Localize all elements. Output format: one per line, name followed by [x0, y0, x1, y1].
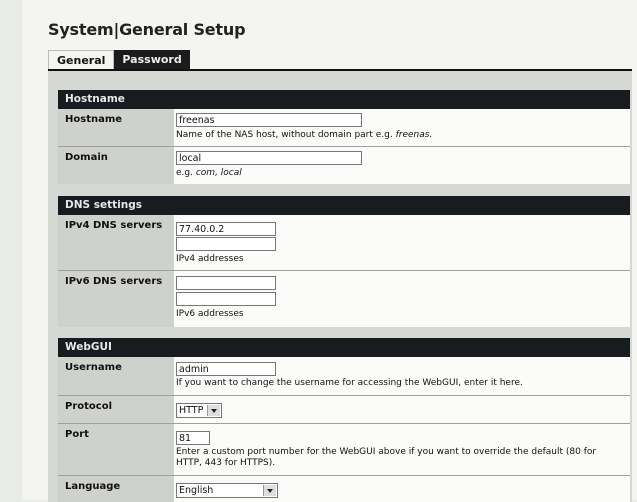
domain-help: e.g. com, local [176, 168, 242, 178]
row-ipv6-dns: IPv6 DNS servers IPv6 addresses [58, 271, 630, 327]
ipv4-dns-label: IPv4 DNS servers [58, 215, 174, 270]
ipv6-dns-help: IPv6 addresses [176, 309, 244, 319]
protocol-field-cell: HTTP [174, 396, 630, 423]
protocol-label: Protocol [58, 396, 174, 423]
domain-field-cell: local e.g. com, local [174, 147, 630, 184]
settings-panel: Hostname Hostname freenas Name of the NA… [48, 69, 632, 502]
hostname-label: Hostname [58, 109, 174, 146]
page: System|General Setup General Password Ho… [22, 0, 637, 502]
row-language: Language English [58, 476, 630, 502]
row-port: Port 81 Enter a custom port number for t… [58, 424, 630, 475]
row-ipv4-dns: IPv4 DNS servers 77.40.0.2 IPv4 addresse… [58, 215, 630, 270]
tab-general[interactable]: General [48, 50, 115, 70]
chevron-down-icon[interactable] [263, 485, 276, 496]
username-help: If you want to change the username for a… [176, 378, 523, 388]
ipv4-dns-field-cell: 77.40.0.2 IPv4 addresses [174, 215, 630, 270]
protocol-select[interactable]: HTTP [176, 403, 222, 418]
ipv4-dns-input-2[interactable] [176, 237, 276, 251]
ipv6-dns-label: IPv6 DNS servers [58, 271, 174, 327]
chevron-down-icon[interactable] [207, 405, 220, 416]
section-header-dns: DNS settings [58, 196, 630, 215]
hostname-input[interactable]: freenas [176, 113, 362, 127]
language-field-cell: English [174, 476, 630, 502]
username-input[interactable]: admin [176, 362, 276, 376]
language-select-value: English [179, 485, 214, 496]
username-field-cell: admin If you want to change the username… [174, 357, 630, 395]
ipv6-dns-input-2[interactable] [176, 292, 276, 306]
section-header-hostname: Hostname [58, 90, 630, 109]
page-title: System|General Setup [48, 20, 246, 39]
hostname-help: Name of the NAS host, without domain par… [176, 130, 433, 140]
row-hostname: Hostname freenas Name of the NAS host, w… [58, 109, 630, 146]
tab-bar: General Password [48, 50, 190, 70]
port-help: Enter a custom port number for the WebGU… [176, 447, 597, 468]
section-header-webgui: WebGUI [58, 338, 630, 357]
domain-label: Domain [58, 147, 174, 184]
language-label: Language [58, 476, 174, 502]
row-username: Username admin If you want to change the… [58, 357, 630, 395]
ipv4-dns-help: IPv4 addresses [176, 254, 244, 264]
row-domain: Domain local e.g. com, local [58, 147, 630, 184]
domain-input[interactable]: local [176, 151, 362, 165]
protocol-select-value: HTTP [179, 405, 204, 416]
ipv4-dns-input-1[interactable]: 77.40.0.2 [176, 222, 276, 236]
port-field-cell: 81 Enter a custom port number for the We… [174, 424, 630, 475]
tab-password[interactable]: Password [114, 50, 190, 69]
row-protocol: Protocol HTTP [58, 396, 630, 423]
port-input[interactable]: 81 [176, 431, 210, 445]
ipv6-dns-field-cell: IPv6 addresses [174, 271, 630, 327]
hostname-field-cell: freenas Name of the NAS host, without do… [174, 109, 630, 146]
language-select[interactable]: English [176, 483, 278, 498]
port-label: Port [58, 424, 174, 475]
ipv6-dns-input-1[interactable] [176, 276, 276, 290]
username-label: Username [58, 357, 174, 395]
